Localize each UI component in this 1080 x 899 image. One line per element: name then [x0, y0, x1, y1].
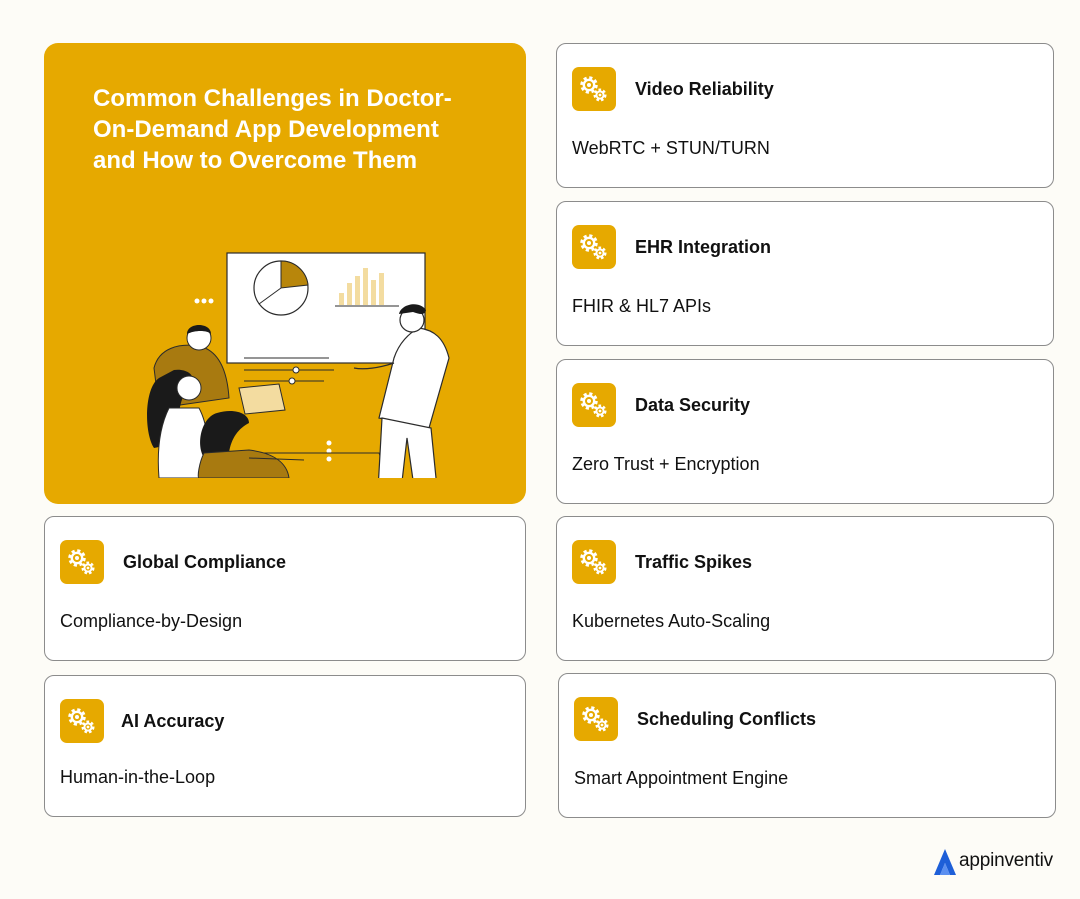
- doctor-presentation-illustration: [147, 252, 450, 478]
- gears-icon: [572, 540, 616, 584]
- gears-icon: [574, 697, 618, 741]
- card-description: Human-in-the-Loop: [60, 767, 216, 787]
- card-description: Zero Trust + Encryption: [572, 454, 760, 474]
- card-title: AI Accuracy: [121, 711, 225, 731]
- card-title: Traffic Spikes: [635, 552, 753, 572]
- card-description: Smart Appointment Engine: [574, 768, 789, 788]
- card-video-reliability: Video Reliability WebRTC + STUN/TURN: [556, 43, 1054, 188]
- gears-icon: [60, 540, 104, 584]
- card-title: Global Compliance: [123, 552, 287, 572]
- card-title: EHR Integration: [635, 237, 772, 257]
- gears-icon: [572, 225, 616, 269]
- brand-name: appinventiv: [959, 850, 1053, 871]
- gears-icon: [60, 699, 104, 743]
- card-data-security: Data Security Zero Trust + Encryption: [556, 359, 1054, 504]
- hero-title: Common Challenges in Doctor-On-Demand Ap…: [93, 85, 452, 174]
- card-title: Video Reliability: [635, 79, 774, 99]
- card-title: Data Security: [635, 395, 751, 415]
- card-title: Scheduling Conflicts: [637, 709, 817, 729]
- card-traffic-spikes: Traffic Spikes Kubernetes Auto-Scaling: [556, 516, 1054, 661]
- gears-icon: [572, 67, 616, 111]
- card-ai-accuracy: AI Accuracy Human-in-the-Loop: [44, 675, 526, 817]
- card-ehr-integration: EHR Integration FHIR & HL7 APIs: [556, 201, 1054, 346]
- card-description: Compliance-by-Design: [60, 611, 243, 631]
- gears-icon: [572, 383, 616, 427]
- card-description: WebRTC + STUN/TURN: [572, 138, 770, 158]
- card-global-compliance: Global Compliance Compliance-by-Design: [44, 516, 526, 661]
- hero-panel: Common Challenges in Doctor-On-Demand Ap…: [44, 43, 526, 504]
- card-description: FHIR & HL7 APIs: [572, 296, 712, 316]
- appinventiv-logo-icon: [934, 849, 956, 875]
- card-description: Kubernetes Auto-Scaling: [572, 611, 771, 631]
- card-scheduling-conflicts: Scheduling Conflicts Smart Appointment E…: [558, 673, 1056, 818]
